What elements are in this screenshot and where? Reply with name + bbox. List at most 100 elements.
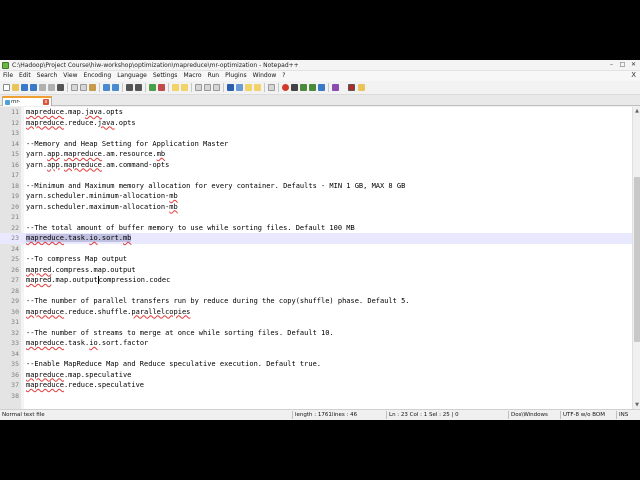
code-line[interactable]: 29 --The number of parallel transfers run… xyxy=(0,296,632,307)
find-icon[interactable] xyxy=(126,84,133,91)
menu-file[interactable]: File xyxy=(3,72,13,80)
folder-workspace-icon[interactable] xyxy=(254,84,261,91)
code-line[interactable]: 19 yarn.scheduler.minimum-allocation-mb xyxy=(0,191,632,202)
menu-edit[interactable]: Edit xyxy=(19,72,31,80)
menu-language[interactable]: Language xyxy=(117,72,147,80)
paste-icon[interactable] xyxy=(89,84,96,91)
maximize-button[interactable]: □ xyxy=(618,61,627,69)
menu-plugins[interactable]: Plugins xyxy=(225,72,247,80)
code-line[interactable]: 15 yarn.app.mapreduce.am.resource.mb xyxy=(0,149,632,160)
record-macro-icon[interactable] xyxy=(282,84,289,91)
menu-window[interactable]: Window xyxy=(253,72,277,80)
word-wrap-icon[interactable] xyxy=(195,84,202,91)
monitoring-icon[interactable] xyxy=(268,84,275,91)
code-line[interactable]: 20 yarn.scheduler.maximum-allocation-mb xyxy=(0,202,632,213)
tab-close-icon[interactable]: x xyxy=(43,99,49,105)
indent-guide-icon[interactable] xyxy=(213,84,220,91)
code-line[interactable]: 30 mapreduce.reduce.shuffle.parallelcopie… xyxy=(0,307,632,318)
code-token: --Minimum and Maximum memory allocation … xyxy=(26,181,406,190)
sync-vertical-icon[interactable] xyxy=(172,84,179,91)
code-line[interactable]: 26 mapred.compress.map.output xyxy=(0,265,632,276)
scrollbar-thumb[interactable] xyxy=(634,177,640,342)
code-line[interactable]: 27 mapred.map.outputcompression.codec xyxy=(0,275,632,286)
function-list-icon[interactable] xyxy=(245,84,252,91)
notepad-plus-plus-window: C:\Hadoop\Project Course\hiw-workshop\op… xyxy=(0,60,640,420)
play-macro-icon[interactable] xyxy=(300,84,307,91)
close-document-button[interactable]: X xyxy=(631,71,636,80)
code-line[interactable]: 14 --Memory and Heap Setting for Applicat… xyxy=(0,139,632,150)
save-icon[interactable] xyxy=(21,84,28,91)
status-separator xyxy=(508,411,509,419)
scroll-up-icon[interactable]: ▲ xyxy=(633,107,640,115)
run-macro-multiple-icon[interactable] xyxy=(309,84,316,91)
code-line[interactable]: 21 xyxy=(0,212,632,223)
code-line[interactable]: 28 xyxy=(0,286,632,297)
code-token: .am.resource. xyxy=(101,150,157,158)
code-line[interactable]: 32 --The number of streams to merge at on… xyxy=(0,328,632,339)
code-line[interactable]: 17 xyxy=(0,170,632,181)
user-language-icon[interactable] xyxy=(227,84,234,91)
code-line[interactable]: 25 --To compress Map output xyxy=(0,254,632,265)
code-line[interactable]: 24 xyxy=(0,244,632,255)
redo-icon[interactable] xyxy=(112,84,119,91)
copy-icon[interactable] xyxy=(80,84,87,91)
line-number: 14 xyxy=(11,139,19,148)
code-token: .reduce. xyxy=(63,118,98,127)
line-code: mapreduce.reduce.shuffle.parallelcopies xyxy=(26,307,190,318)
plugin-options-icon[interactable] xyxy=(358,84,365,91)
code-line[interactable]: 12 mapreduce.reduce.java.opts xyxy=(0,118,632,129)
stop-macro-icon[interactable] xyxy=(291,84,298,91)
code-line[interactable]: 18 --Minimum and Maximum memory allocatio… xyxy=(0,181,632,192)
code-line[interactable]: 22 --The total amount of buffer memory to… xyxy=(0,223,632,234)
menu-view[interactable]: View xyxy=(63,72,77,80)
code-token: .map.output xyxy=(51,276,98,284)
menu-search[interactable]: Search xyxy=(37,72,58,80)
doc-map-icon[interactable] xyxy=(236,84,243,91)
line-code: --Memory and Heap Setting for Applicatio… xyxy=(26,139,228,150)
minimize-button[interactable]: – xyxy=(607,61,616,69)
replace-icon[interactable] xyxy=(135,84,142,91)
code-line[interactable]: 34 xyxy=(0,349,632,360)
spell-check-icon[interactable] xyxy=(332,84,339,91)
title-bar[interactable]: C:\Hadoop\Project Course\hiw-workshop\op… xyxy=(0,60,640,71)
code-line[interactable]: 35 --Enable MapReduce Map and Reduce spec… xyxy=(0,359,632,370)
line-code: yarn.app.mapreduce.am.resource.mb xyxy=(26,149,165,160)
status-file-type: Normal text file xyxy=(2,412,45,418)
close-button[interactable]: ✕ xyxy=(629,61,638,69)
menu-run[interactable]: Run xyxy=(208,72,220,80)
code-line[interactable]: 16 yarn.app.mapreduce.am.command-opts xyxy=(0,160,632,171)
code-line-current[interactable]: 23 mapreduce.task.io.sort.mb xyxy=(0,233,632,244)
show-all-chars-icon[interactable] xyxy=(204,84,211,91)
code-line[interactable]: 33 mapreduce.task.io.sort.factor xyxy=(0,338,632,349)
code-line[interactable]: 37 mapreduce.reduce.speculative xyxy=(0,380,632,391)
line-number: 23 xyxy=(11,234,19,242)
menu-help[interactable]: ? xyxy=(282,72,285,80)
code-line[interactable]: 11 mapreduce.map.java.opts xyxy=(0,107,632,118)
code-line[interactable]: 13 xyxy=(0,128,632,139)
line-number: 36 xyxy=(11,370,19,379)
plugin-icon[interactable] xyxy=(348,84,355,91)
editor-area[interactable]: 11 mapreduce.map.java.opts 12 mapreduce.red… xyxy=(0,107,632,409)
cut-icon[interactable] xyxy=(71,84,78,91)
vertical-scrollbar[interactable]: ▲ ▼ xyxy=(632,107,640,409)
menu-macro[interactable]: Macro xyxy=(183,72,201,80)
zoom-in-icon[interactable] xyxy=(149,84,156,91)
menu-settings[interactable]: Settings xyxy=(153,72,178,80)
code-line[interactable]: 38 xyxy=(0,391,632,402)
tab-mr-optimization[interactable]: mr-optimization x xyxy=(2,96,52,113)
toolbar xyxy=(0,81,640,95)
zoom-out-icon[interactable] xyxy=(158,84,165,91)
save-all-icon[interactable] xyxy=(30,84,37,91)
close-file-icon[interactable] xyxy=(39,84,46,91)
print-icon[interactable] xyxy=(57,84,64,91)
open-file-icon[interactable] xyxy=(12,84,19,91)
sync-horizontal-icon[interactable] xyxy=(181,84,188,91)
code-line[interactable]: 36 mapreduce.map.speculative xyxy=(0,370,632,381)
code-line[interactable]: 31 xyxy=(0,317,632,328)
close-all-icon[interactable] xyxy=(48,84,55,91)
menu-encoding[interactable]: Encoding xyxy=(84,72,112,80)
undo-icon[interactable] xyxy=(103,84,110,91)
scroll-down-icon[interactable]: ▼ xyxy=(633,401,640,409)
save-macro-icon[interactable] xyxy=(318,84,325,91)
new-file-icon[interactable] xyxy=(3,84,10,91)
